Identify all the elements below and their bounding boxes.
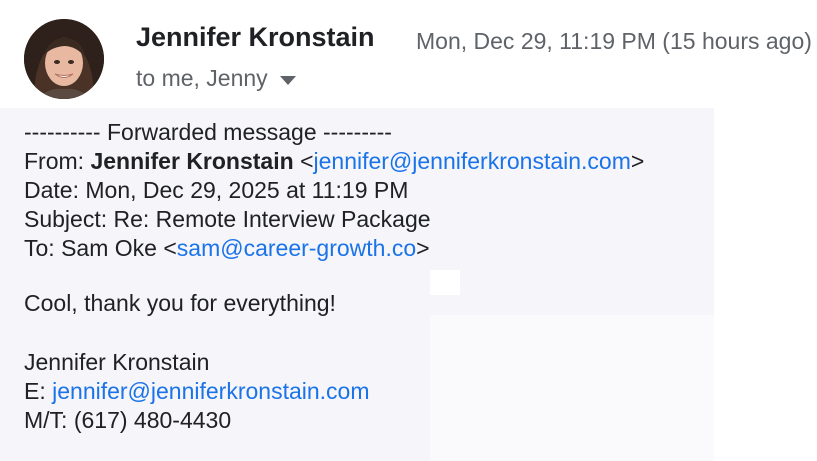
forwarded-divider: ---------- Forwarded message --------- — [24, 119, 392, 145]
sender-name[interactable]: Jennifer Kronstain — [136, 22, 375, 53]
from-email-link[interactable]: jennifer@jenniferkronstain.com — [314, 148, 631, 174]
message-body-text: Cool, thank you for everything! — [24, 290, 336, 316]
signature-email-line: E: jennifer@jenniferkronstain.com — [24, 377, 370, 406]
recipients-toggle[interactable]: to me, Jenny — [136, 65, 296, 92]
forwarded-to-line: To: Sam Oke <sam@career-growth.co> — [24, 234, 430, 263]
to-label: To: — [24, 235, 55, 261]
to-email-wrapper: <sam@career-growth.co> — [163, 235, 430, 261]
subject-label: Subject: — [24, 206, 108, 232]
to-email-link[interactable]: sam@career-growth.co — [177, 235, 416, 261]
signature-email-link[interactable]: jennifer@jenniferkronstain.com — [52, 378, 369, 404]
signature-phone: M/T: (617) 480-4430 — [24, 407, 232, 433]
from-label: From: — [24, 148, 85, 174]
date-value: Mon, Dec 29, 2025 at 11:19 PM — [85, 177, 409, 203]
email-header: Jennifer Kronstain Mon, Dec 29, 11:19 PM… — [0, 0, 817, 108]
background-patch — [430, 270, 460, 295]
recipients-text: to me, Jenny — [136, 65, 268, 91]
from-email-wrapper: <jennifer@jenniferkronstain.com> — [300, 148, 645, 174]
dropdown-caret-icon[interactable] — [279, 76, 296, 85]
date-label: Date: — [24, 177, 79, 203]
forwarded-date-line: Date: Mon, Dec 29, 2025 at 11:19 PM — [24, 176, 408, 205]
signature-name: Jennifer Kronstain — [24, 349, 210, 375]
to-name: Sam Oke — [61, 235, 157, 261]
from-name: Jennifer Kronstain — [90, 148, 294, 174]
avatar-photo-icon — [24, 19, 104, 99]
background-patch — [430, 315, 714, 461]
forwarded-from-line: From: Jennifer Kronstain <jennifer@jenni… — [24, 147, 644, 176]
message-timestamp: Mon, Dec 29, 11:19 PM (15 hours ago) — [416, 28, 812, 54]
signature-email-label: E: — [24, 378, 46, 404]
subject-value: Re: Remote Interview Package — [113, 206, 431, 232]
forwarded-subject-line: Subject: Re: Remote Interview Package — [24, 205, 431, 234]
sender-avatar[interactable] — [24, 19, 104, 99]
